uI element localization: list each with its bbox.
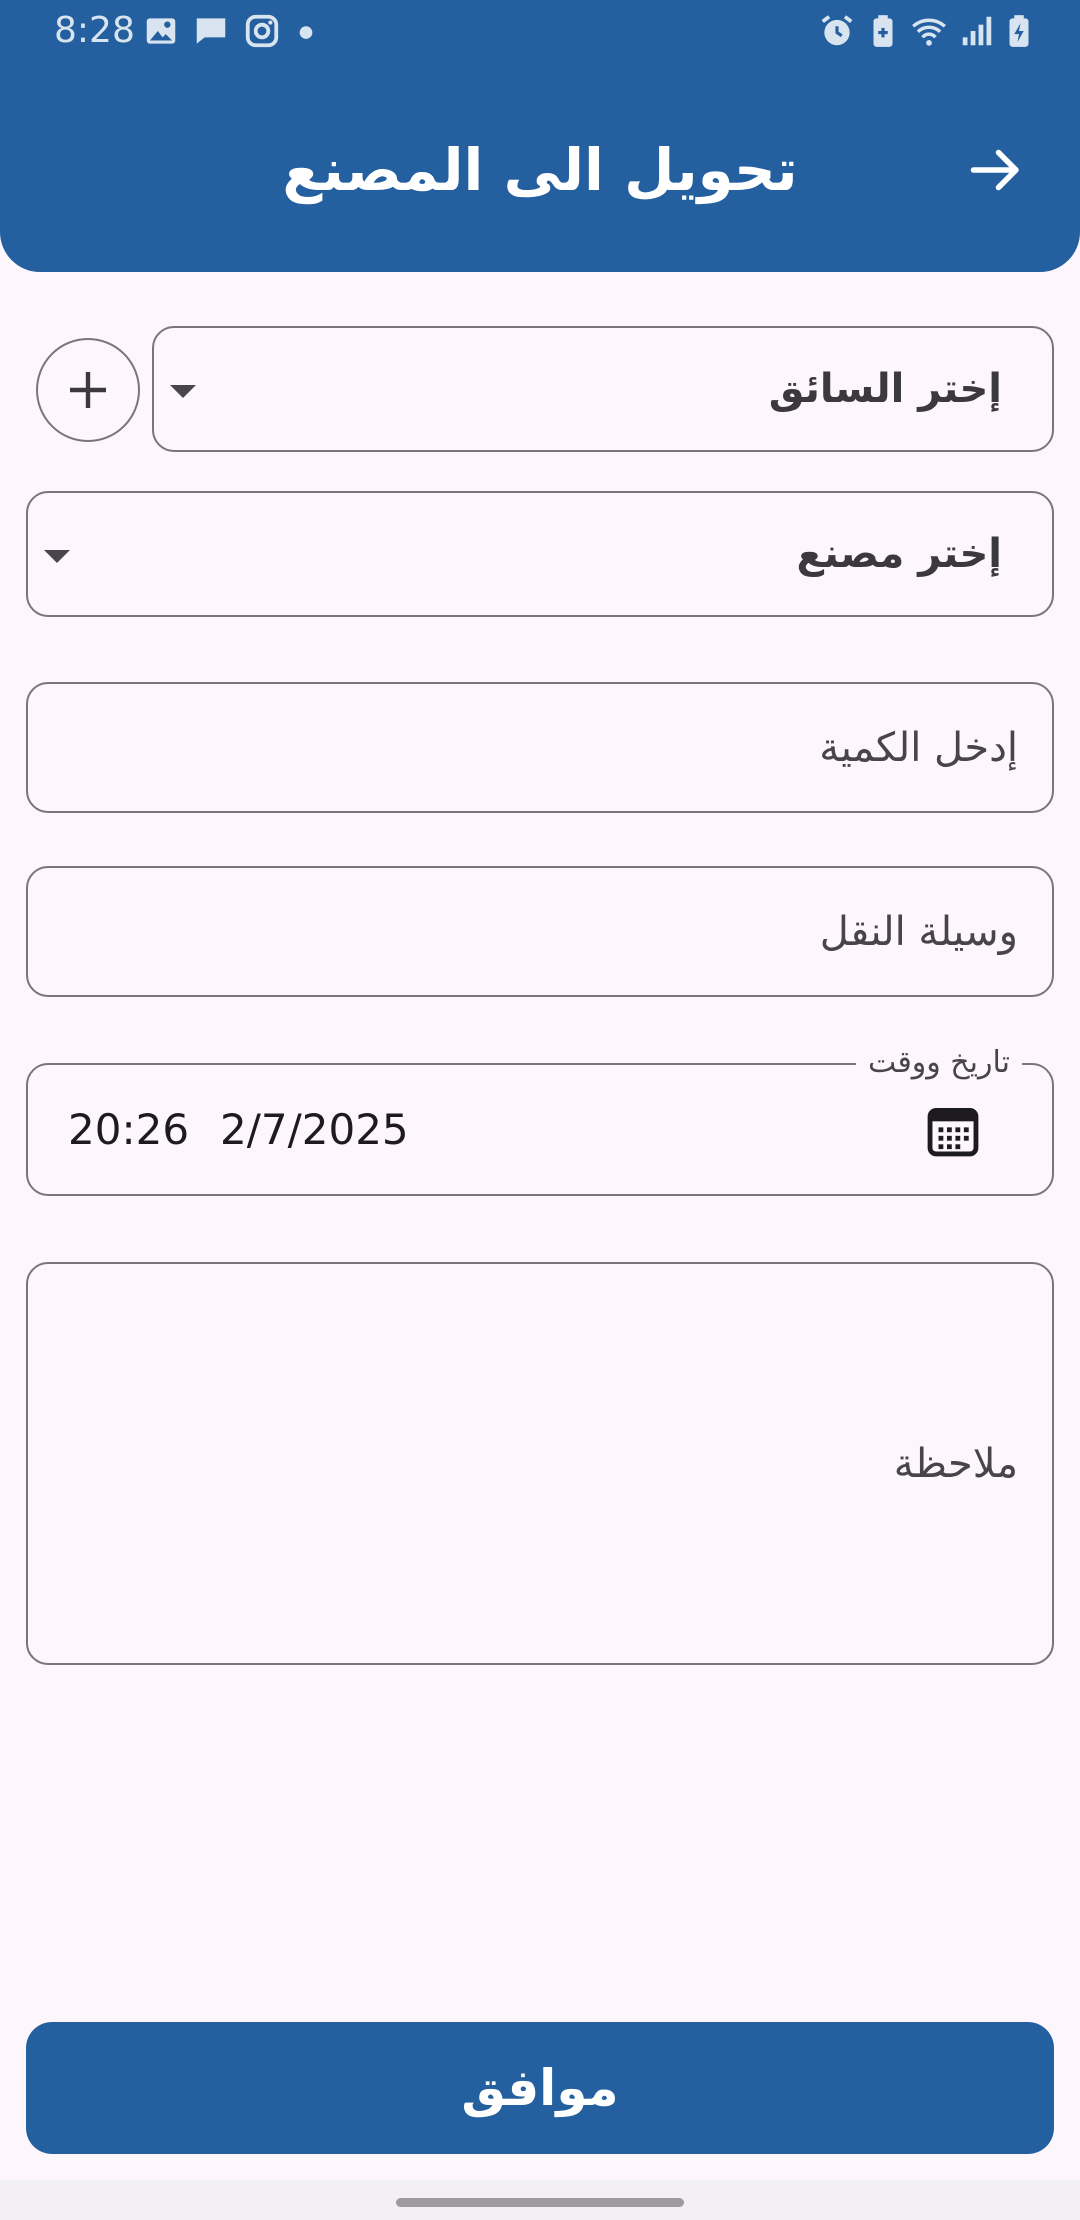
navigation-bar xyxy=(0,2180,1080,2220)
page-title: تحويل الى المصنع xyxy=(282,136,798,204)
dropdown-arrow-icon xyxy=(170,385,196,398)
home-indicator[interactable] xyxy=(396,2198,684,2207)
datetime-field[interactable]: تاريخ ووقت 2/7/2025 20:26 xyxy=(26,1041,1054,1196)
submit-button[interactable]: موافق xyxy=(26,2022,1054,2154)
title-row: تحويل الى المصنع xyxy=(0,130,1080,210)
image-icon xyxy=(142,12,180,50)
dot-icon xyxy=(296,12,316,50)
battery-saver-icon xyxy=(864,12,902,50)
instagram-icon xyxy=(243,12,281,50)
datetime-time: 20:26 xyxy=(68,1105,190,1154)
factory-select[interactable]: إختر مصنع xyxy=(26,491,1054,617)
battery-charging-icon xyxy=(1000,12,1038,50)
quantity-input-placeholder: إدخل الكمية xyxy=(819,724,1018,771)
signal-icon xyxy=(958,12,996,50)
dropdown-arrow-icon xyxy=(44,550,70,563)
message-icon xyxy=(192,12,230,50)
status-bar: 8:28 xyxy=(0,0,1080,64)
note-input[interactable]: ملاحظة xyxy=(26,1262,1054,1665)
plus-icon xyxy=(70,372,106,408)
arrow-right-icon[interactable] xyxy=(966,140,1026,200)
wifi-icon xyxy=(910,12,948,50)
quantity-input[interactable]: إدخل الكمية xyxy=(26,682,1054,813)
status-time: 8:28 xyxy=(54,10,135,51)
transport-input[interactable]: وسيلة النقل xyxy=(26,866,1054,997)
transport-input-placeholder: وسيلة النقل xyxy=(819,908,1018,955)
driver-select[interactable]: إختر السائق xyxy=(152,326,1054,452)
add-driver-button[interactable] xyxy=(36,338,140,442)
app-header: 8:28 تحويل الى المصنع xyxy=(0,0,1080,272)
factory-select-placeholder: إختر مصنع xyxy=(796,531,1002,577)
datetime-date: 2/7/2025 xyxy=(220,1105,409,1154)
note-input-placeholder: ملاحظة xyxy=(893,1440,1018,1487)
driver-select-placeholder: إختر السائق xyxy=(768,366,1002,412)
calendar-icon[interactable] xyxy=(924,1102,982,1160)
datetime-label: تاريخ ووقت xyxy=(855,1041,1022,1085)
alarm-icon xyxy=(818,12,856,50)
